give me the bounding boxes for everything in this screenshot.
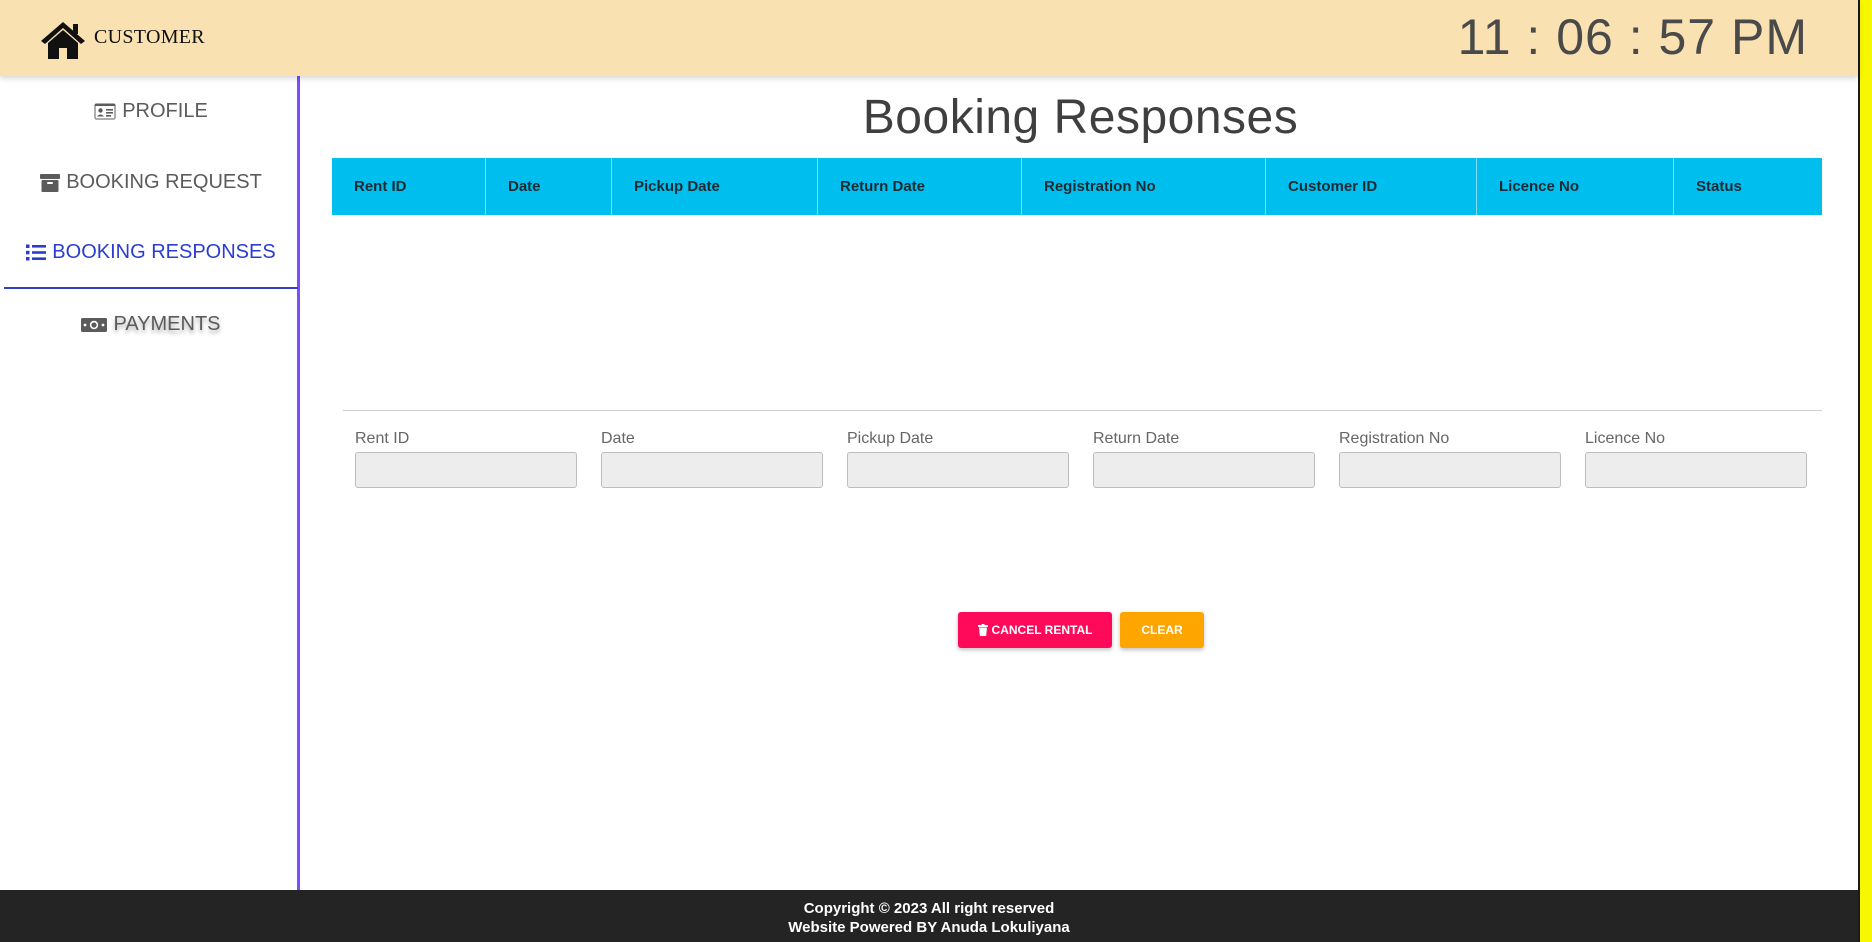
column-header-date[interactable]: Date (486, 158, 612, 215)
copyright-text: Copyright © 2023 All right reserved (803, 900, 1055, 917)
column-header-rent-id[interactable]: Rent ID (332, 158, 486, 215)
sidebar-item-label: PAYMENTS (113, 313, 221, 335)
sidebar: PROFILE BOOKING REQUEST BOOKING RESPONSE… (0, 76, 300, 890)
pickup-date-input[interactable] (847, 452, 1069, 488)
home-label[interactable]: CUSTOMER (94, 26, 205, 49)
field-label: Registration No (1339, 430, 1450, 447)
sidebar-item-label: BOOKING RESPONSES (52, 241, 276, 263)
sidebar-item-booking-request[interactable]: BOOKING REQUEST (4, 147, 298, 218)
main-content: Booking Responses Rent ID Date Pickup Da… (303, 76, 1858, 890)
field-label: Licence No (1585, 430, 1666, 447)
sidebar-item-booking-responses[interactable]: BOOKING RESPONSES (4, 218, 298, 289)
column-header-return-date[interactable]: Return Date (818, 158, 1022, 215)
licence-no-input[interactable] (1585, 452, 1807, 488)
sidebar-item-profile[interactable]: PROFILE (4, 76, 298, 147)
column-header-pickup-date[interactable]: Pickup Date (612, 158, 818, 215)
registration-no-input[interactable] (1339, 452, 1561, 488)
footer: Copyright © 2023 All right reserved Webs… (0, 890, 1858, 942)
cancel-rental-button[interactable]: CANCEL RENTAL (958, 612, 1112, 648)
return-date-input[interactable] (1093, 452, 1315, 488)
date-input[interactable] (601, 452, 823, 488)
top-header: CUSTOMER 11 : 06 : 57 PM (0, 0, 1858, 76)
field-label: Return Date (1093, 430, 1180, 447)
sidebar-item-label: PROFILE (122, 100, 208, 122)
column-header-status[interactable]: Status (1674, 158, 1822, 215)
clock-display: 11 : 06 : 57 PM (1457, 9, 1808, 65)
clear-button[interactable]: CLEAR (1120, 612, 1204, 648)
trash-icon (977, 624, 988, 636)
right-edge-strip (1860, 0, 1872, 942)
field-label: Date (601, 430, 635, 447)
pickup-date-field: Pickup Date (847, 430, 1069, 488)
date-field: Date (601, 430, 823, 488)
list-icon (26, 244, 47, 261)
home-icon[interactable] (40, 20, 86, 60)
column-header-customer-id[interactable]: Customer ID (1266, 158, 1477, 215)
rent-id-input[interactable] (355, 452, 577, 488)
money-bill-icon (81, 317, 108, 332)
return-date-field: Return Date (1093, 430, 1315, 488)
field-label: Pickup Date (847, 430, 934, 447)
field-label: Rent ID (355, 430, 410, 447)
section-divider (343, 410, 1822, 411)
registration-no-field: Registration No (1339, 430, 1561, 488)
sidebar-item-payments[interactable]: PAYMENTS (4, 289, 298, 360)
page-title: Booking Responses (862, 91, 1299, 144)
clear-label: CLEAR (1141, 623, 1183, 637)
sidebar-item-label: BOOKING REQUEST (66, 171, 262, 193)
powered-by-text: Website Powered BY Anuda Lokuliyana (788, 919, 1070, 936)
archive-box-icon (40, 173, 61, 192)
column-header-registration-no[interactable]: Registration No (1022, 158, 1266, 215)
column-header-licence-no[interactable]: Licence No (1477, 158, 1674, 215)
id-card-icon (94, 103, 116, 120)
responses-table-header: Rent ID Date Pickup Date Return Date Reg… (332, 158, 1822, 215)
cancel-rental-label: CANCEL RENTAL (991, 623, 1093, 637)
rent-id-field: Rent ID (355, 430, 577, 488)
licence-no-field: Licence No (1585, 430, 1807, 488)
